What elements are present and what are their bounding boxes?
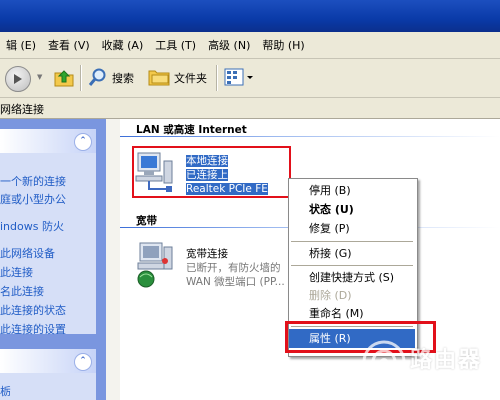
menu-item-repair[interactable]: 修复 (P): [289, 219, 415, 238]
task-repair-connection[interactable]: 此连接: [0, 264, 33, 280]
router-logo-icon: [362, 340, 406, 384]
collapse-icon[interactable]: ⌃: [74, 133, 92, 151]
group-title-broadband: 宽带: [136, 215, 157, 227]
up-folder-icon[interactable]: [53, 66, 75, 88]
task-pane: ⌃ 一个新的连接 庭或小型办公 indows 防火 此网络设备 此连接 名此连接…: [0, 119, 106, 400]
task-disable-device[interactable]: 此网络设备: [0, 245, 55, 261]
views-button[interactable]: [224, 67, 254, 89]
task-view-status[interactable]: 此连接的状态: [0, 302, 66, 318]
views-icon: [224, 67, 254, 90]
search-label: 搜索: [112, 72, 134, 85]
menu-edit[interactable]: 辑 (E): [0, 37, 42, 53]
menu-advanced[interactable]: 高级 (N): [202, 37, 256, 53]
broadband-connection-status: 已断开，有防火墙的: [186, 262, 281, 274]
group-title-lan: LAN 或高速 Internet: [136, 124, 247, 136]
search-icon: [88, 67, 108, 90]
watermark-url: luyouqi.com: [414, 370, 470, 380]
task-home-office-network[interactable]: 庭或小型办公: [0, 191, 66, 207]
menu-item-disable[interactable]: 停用 (B): [289, 181, 415, 200]
panel-header: ⌃: [0, 129, 96, 153]
address-text: 网络连接: [0, 103, 44, 116]
broadband-connection-name: 宽带连接: [186, 248, 228, 260]
chevron-down-icon[interactable]: ▼: [37, 73, 42, 81]
folders-button[interactable]: 文件夹: [148, 67, 207, 89]
search-button[interactable]: 搜索: [88, 67, 134, 89]
toolbar-separator: [216, 65, 218, 91]
menu-bar: 辑 (E) 查看 (V) 收藏 (A) 工具 (T) 高级 (N) 帮助 (H): [0, 32, 500, 59]
broadband-connection-details[interactable]: 宽带连接 已断开，有防火墙的 WAN 微型端口 (PP...: [186, 247, 285, 289]
folders-label: 文件夹: [174, 72, 207, 85]
group-divider: [120, 136, 500, 137]
broadband-connection-device: WAN 微型端口 (PP...: [186, 276, 285, 288]
menu-item-create-shortcut[interactable]: 创建快捷方式 (S): [289, 268, 415, 287]
address-bar[interactable]: 网络连接: [0, 98, 500, 119]
network-tasks-panel: ⌃ 一个新的连接 庭或小型办公 indows 防火 此网络设备 此连接 名此连接…: [0, 129, 96, 337]
menu-favorites[interactable]: 收藏 (A): [96, 37, 150, 53]
task-windows-firewall[interactable]: indows 防火: [0, 218, 64, 234]
menu-view[interactable]: 查看 (V): [42, 37, 96, 53]
panel-header: ⌃: [0, 349, 96, 373]
toolbar-separator: [80, 65, 82, 91]
menu-separator: [291, 241, 413, 242]
task-create-connection[interactable]: 一个新的连接: [0, 173, 66, 189]
task-change-settings[interactable]: 此连接的设置: [0, 321, 66, 337]
task-rename-connection[interactable]: 名此连接: [0, 283, 44, 299]
menu-item-delete[interactable]: 删除 (D): [289, 286, 415, 305]
menu-tools[interactable]: 工具 (T): [149, 37, 202, 53]
collapse-icon[interactable]: ⌃: [74, 353, 92, 371]
watermark: 路由器 luyouqi.com: [362, 336, 492, 388]
menu-help[interactable]: 帮助 (H): [256, 37, 310, 53]
other-places-panel: ⌃ 栃: [0, 349, 96, 400]
pane-divider: [106, 119, 120, 400]
title-bar: [0, 0, 500, 32]
highlight-box-lan: [132, 146, 291, 198]
menu-item-status[interactable]: 状态 (U): [289, 200, 415, 219]
folders-icon: [148, 67, 170, 90]
toolbar: ▼ 搜索 文件夹: [0, 59, 500, 98]
menu-separator: [291, 265, 413, 266]
task-other-place[interactable]: 栃: [0, 383, 11, 399]
menu-item-bridge[interactable]: 桥接 (G): [289, 244, 415, 263]
broadband-connection-icon[interactable]: [134, 241, 174, 288]
back-arrow-icon[interactable]: [5, 66, 31, 92]
